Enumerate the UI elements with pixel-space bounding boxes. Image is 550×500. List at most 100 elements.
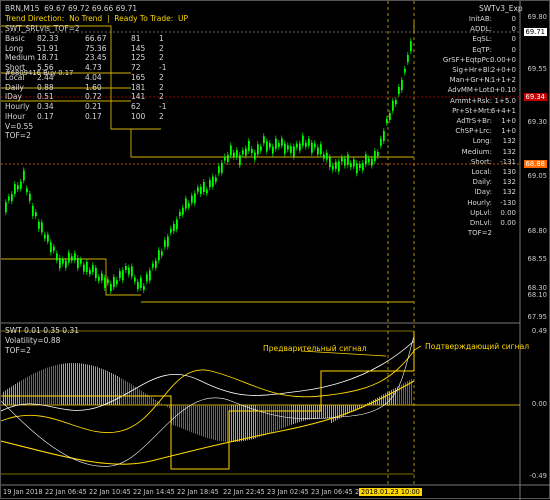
candle-body (329, 157, 331, 167)
osc-bar (169, 405, 170, 408)
osc-bar (61, 364, 62, 405)
left-table-cell: 75.36 (85, 44, 106, 53)
osc-bar (137, 388, 138, 405)
candle-body (167, 237, 169, 247)
osc-bar (45, 368, 46, 405)
candle-body (197, 188, 199, 192)
candle-body (212, 177, 214, 187)
right-panel-value: 0 (512, 35, 516, 43)
osc-bar (309, 405, 310, 419)
osc-axis-mid: 0.00 (532, 400, 547, 408)
osc-bar (19, 381, 20, 405)
candle-body (245, 149, 247, 156)
left-table-cell: 0.17 (85, 112, 102, 121)
osc-bar (179, 405, 180, 427)
candle-body (116, 280, 118, 284)
candle-body (53, 247, 55, 251)
candle-body (227, 155, 229, 162)
red-level-box: 69.34 (524, 93, 547, 101)
candle-body (380, 139, 382, 146)
candle-body (395, 100, 397, 104)
osc-bar (379, 397, 380, 405)
osc-bar (269, 405, 270, 433)
right-panel-label: TOF=2 (468, 229, 492, 237)
left-table-cell: Basic (5, 34, 25, 43)
osc-bar (153, 399, 154, 405)
candle-body (161, 251, 163, 255)
candle-body (14, 184, 16, 194)
osc-bar (299, 405, 300, 422)
osc-bar (195, 405, 196, 434)
osc-bar (333, 405, 334, 422)
candle-body (131, 266, 133, 276)
candle-body (209, 180, 211, 187)
candle-body (326, 153, 328, 160)
left-table-cell: 51.91 (37, 44, 58, 53)
candle-body (98, 277, 100, 281)
osc-bar (361, 405, 362, 407)
left-table-cell: 4.73 (85, 63, 102, 72)
osc-bar (227, 405, 228, 442)
osc-axis-top: 0.49 (532, 327, 547, 335)
osc-bar (69, 363, 70, 405)
price-tick-label: 68.80 (528, 227, 547, 235)
candle-body (371, 159, 373, 166)
candle-body (239, 155, 241, 165)
osc-bar (197, 405, 198, 435)
osc-bar (129, 383, 130, 405)
osc-bar (289, 405, 290, 425)
candle-body (359, 164, 361, 168)
right-panel-label: AdTrS+Br: (457, 117, 492, 125)
osc-bar (27, 377, 28, 405)
osc-bar (105, 370, 106, 405)
candle-body (125, 266, 127, 270)
candle-body (353, 159, 355, 166)
osc-bar (121, 378, 122, 405)
right-panel-label: InitAB: (469, 15, 492, 23)
osc-bar (5, 390, 6, 405)
candle-body (404, 69, 406, 73)
osc-bar (219, 405, 220, 441)
candle-body (200, 187, 202, 194)
candle-body (26, 188, 28, 192)
candle-body (104, 278, 106, 288)
right-panel-label: Short: (471, 158, 492, 166)
osc-bar (251, 405, 252, 439)
candle-body (203, 182, 205, 192)
candle-body (254, 153, 256, 160)
left-table-cell: 0.17 (37, 112, 54, 121)
candle-body (269, 143, 271, 147)
osc-bar (109, 372, 110, 405)
osc-bar (279, 405, 280, 429)
candle-body (113, 277, 115, 287)
sr-level-line (1, 26, 414, 157)
left-table-cell: Long (5, 44, 23, 53)
left-table-cell: 72 (131, 63, 141, 72)
candle-body (80, 260, 82, 264)
candle-body (386, 119, 388, 123)
osc-bar (25, 378, 26, 405)
osc-volatility: Volatility=0.88 (5, 336, 60, 345)
left-table-cell: 0.51 (37, 92, 54, 101)
osc-bar (295, 405, 296, 423)
candle-body (68, 252, 70, 262)
candle-body (110, 284, 112, 291)
osc-bar (67, 363, 68, 405)
right-panel-label: EqSL: (472, 35, 492, 43)
candle-body (263, 136, 265, 143)
price-tick-label: 69.30 (528, 118, 547, 126)
chart-window[interactable]: BRN,M15 69.67 69.72 69.66 69.71 Trend Di… (0, 0, 550, 499)
osc-bar (215, 405, 216, 440)
osc-bar (189, 405, 190, 431)
osc-bar (155, 400, 156, 405)
osc-bar (93, 366, 94, 405)
right-panel-title: SWTv3_Exp (479, 4, 523, 13)
candle-body (317, 147, 319, 154)
osc-bar (97, 367, 98, 405)
osc-bar (149, 396, 150, 405)
left-table-cell: lHour (5, 112, 25, 121)
candle-body (83, 265, 85, 272)
candle-body (341, 158, 343, 162)
candle-body (218, 166, 220, 173)
price-tick-label: 67.95 (528, 313, 547, 321)
